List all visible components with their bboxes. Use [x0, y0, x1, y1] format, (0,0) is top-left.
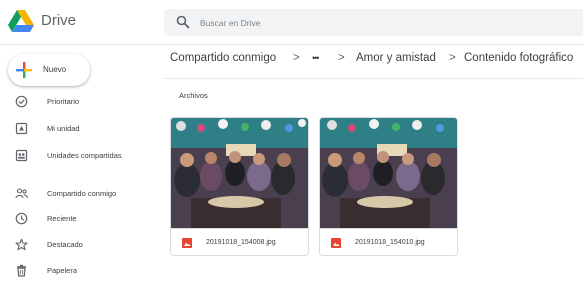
sidebar-item-starred[interactable]: Destacado	[0, 234, 150, 256]
sidebar-item-label: Prioritario	[47, 97, 80, 106]
drive-logo-icon[interactable]	[8, 10, 34, 32]
breadcrumb-separator: >	[338, 52, 345, 64]
breadcrumb-separator: >	[293, 52, 300, 64]
sidebar-item-label: Mi unidad	[47, 124, 80, 133]
breadcrumb-item-amor-y-amistad[interactable]: Amor y amistad	[356, 52, 436, 64]
app-brand[interactable]: Drive	[41, 12, 76, 29]
sidebar-item-shared-with-me[interactable]: Compartido conmigo	[0, 183, 150, 205]
trash-icon	[17, 264, 26, 277]
sidebar-item-shared-drives[interactable]: Unidades compartidas	[0, 145, 150, 167]
plus-icon	[16, 62, 32, 78]
sidebar-item-recent[interactable]: Reciente	[0, 208, 150, 230]
sidebar-item-label: Destacado	[47, 240, 83, 249]
breadcrumb-more-button[interactable]: •••	[312, 53, 320, 63]
new-button[interactable]: Nuevo	[8, 54, 90, 86]
breadcrumb-separator: >	[449, 52, 456, 64]
file-card[interactable]: 20191018_154010.jpg	[319, 117, 458, 256]
search-input[interactable]	[200, 13, 570, 32]
breadcrumb-divider	[164, 78, 583, 79]
file-card-footer: 20191018_154010.jpg	[320, 228, 457, 255]
sidebar-item-label: Unidades compartidas	[47, 151, 122, 160]
file-name: 20191018_154010.jpg	[355, 239, 425, 246]
section-title: Archivos	[179, 91, 208, 100]
my-drive-icon	[15, 122, 28, 135]
image-file-icon	[182, 238, 192, 248]
file-thumbnail	[320, 118, 457, 228]
image-file-icon	[331, 238, 341, 248]
sidebar-item-trash[interactable]: Papelera	[0, 260, 150, 282]
file-card-footer: 20191018_154008.jpg	[171, 228, 308, 255]
clock-icon	[15, 212, 28, 225]
sidebar-item-label: Reciente	[47, 214, 77, 223]
search-bar[interactable]	[164, 9, 583, 36]
new-button-label: Nuevo	[43, 65, 67, 74]
shared-with-me-icon	[15, 188, 28, 199]
sidebar-item-my-drive[interactable]: Mi unidad	[0, 118, 150, 140]
file-thumbnail	[171, 118, 308, 228]
search-icon[interactable]	[176, 15, 190, 29]
priority-icon	[15, 95, 28, 108]
shared-drives-icon	[15, 149, 28, 162]
star-icon	[15, 238, 28, 251]
header-divider	[0, 44, 583, 45]
sidebar-item-label: Papelera	[47, 266, 78, 275]
sidebar-item-priority[interactable]: Prioritario	[0, 91, 150, 113]
file-name: 20191018_154008.jpg	[206, 239, 276, 246]
top-bar: Drive	[0, 0, 583, 44]
breadcrumb-item-shared-with-me[interactable]: Compartido conmigo	[170, 52, 276, 64]
sidebar-item-label: Compartido conmigo	[47, 189, 117, 198]
breadcrumb-item-contenido-fotografico[interactable]: Contenido fotográfico	[464, 52, 573, 64]
file-card[interactable]: 20191018_154008.jpg	[170, 117, 309, 256]
